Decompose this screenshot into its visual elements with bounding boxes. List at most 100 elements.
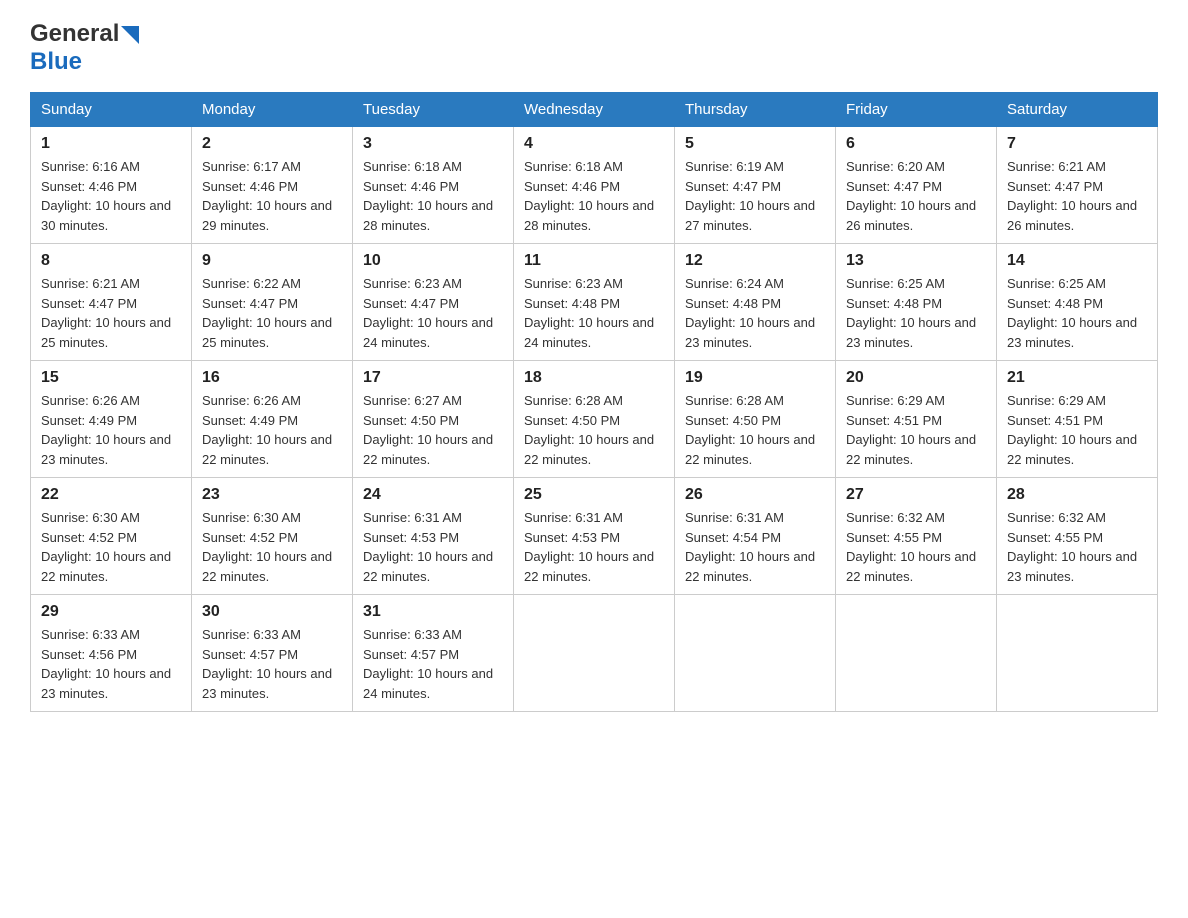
day-info: Sunrise: 6:28 AMSunset: 4:50 PMDaylight:…: [524, 393, 654, 467]
day-number: 18: [524, 369, 664, 387]
calendar-cell: 8 Sunrise: 6:21 AMSunset: 4:47 PMDayligh…: [31, 244, 192, 361]
day-number: 1: [41, 135, 181, 153]
day-info: Sunrise: 6:19 AMSunset: 4:47 PMDaylight:…: [685, 159, 815, 233]
day-info: Sunrise: 6:26 AMSunset: 4:49 PMDaylight:…: [202, 393, 332, 467]
day-number: 5: [685, 135, 825, 153]
day-number: 23: [202, 486, 342, 504]
calendar-cell: [514, 595, 675, 712]
calendar-cell: 30 Sunrise: 6:33 AMSunset: 4:57 PMDaylig…: [192, 595, 353, 712]
calendar-cell: [997, 595, 1158, 712]
calendar-cell: 21 Sunrise: 6:29 AMSunset: 4:51 PMDaylig…: [997, 361, 1158, 478]
day-info: Sunrise: 6:21 AMSunset: 4:47 PMDaylight:…: [1007, 159, 1137, 233]
day-info: Sunrise: 6:31 AMSunset: 4:53 PMDaylight:…: [363, 510, 493, 584]
calendar-cell: 25 Sunrise: 6:31 AMSunset: 4:53 PMDaylig…: [514, 478, 675, 595]
calendar-cell: 2 Sunrise: 6:17 AMSunset: 4:46 PMDayligh…: [192, 127, 353, 244]
calendar-cell: [675, 595, 836, 712]
calendar-cell: 29 Sunrise: 6:33 AMSunset: 4:56 PMDaylig…: [31, 595, 192, 712]
day-info: Sunrise: 6:21 AMSunset: 4:47 PMDaylight:…: [41, 276, 171, 350]
weekday-header-saturday: Saturday: [997, 93, 1158, 127]
calendar-week-2: 8 Sunrise: 6:21 AMSunset: 4:47 PMDayligh…: [31, 244, 1158, 361]
calendar-cell: 31 Sunrise: 6:33 AMSunset: 4:57 PMDaylig…: [353, 595, 514, 712]
calendar-cell: 6 Sunrise: 6:20 AMSunset: 4:47 PMDayligh…: [836, 127, 997, 244]
calendar-cell: [836, 595, 997, 712]
weekday-header-monday: Monday: [192, 93, 353, 127]
day-info: Sunrise: 6:27 AMSunset: 4:50 PMDaylight:…: [363, 393, 493, 467]
logo-arrow-icon: [121, 26, 139, 44]
weekday-header-thursday: Thursday: [675, 93, 836, 127]
calendar-cell: 16 Sunrise: 6:26 AMSunset: 4:49 PMDaylig…: [192, 361, 353, 478]
day-info: Sunrise: 6:28 AMSunset: 4:50 PMDaylight:…: [685, 393, 815, 467]
calendar-cell: 26 Sunrise: 6:31 AMSunset: 4:54 PMDaylig…: [675, 478, 836, 595]
day-info: Sunrise: 6:33 AMSunset: 4:57 PMDaylight:…: [363, 627, 493, 701]
day-info: Sunrise: 6:24 AMSunset: 4:48 PMDaylight:…: [685, 276, 815, 350]
day-number: 25: [524, 486, 664, 504]
day-info: Sunrise: 6:20 AMSunset: 4:47 PMDaylight:…: [846, 159, 976, 233]
day-info: Sunrise: 6:23 AMSunset: 4:47 PMDaylight:…: [363, 276, 493, 350]
day-number: 24: [363, 486, 503, 504]
day-number: 2: [202, 135, 342, 153]
day-number: 9: [202, 252, 342, 270]
calendar-table: SundayMondayTuesdayWednesdayThursdayFrid…: [30, 92, 1158, 712]
day-number: 30: [202, 603, 342, 621]
day-info: Sunrise: 6:16 AMSunset: 4:46 PMDaylight:…: [41, 159, 171, 233]
day-number: 11: [524, 252, 664, 270]
day-info: Sunrise: 6:32 AMSunset: 4:55 PMDaylight:…: [846, 510, 976, 584]
calendar-cell: 12 Sunrise: 6:24 AMSunset: 4:48 PMDaylig…: [675, 244, 836, 361]
day-number: 15: [41, 369, 181, 387]
calendar-cell: 27 Sunrise: 6:32 AMSunset: 4:55 PMDaylig…: [836, 478, 997, 595]
calendar-cell: 5 Sunrise: 6:19 AMSunset: 4:47 PMDayligh…: [675, 127, 836, 244]
calendar-cell: 28 Sunrise: 6:32 AMSunset: 4:55 PMDaylig…: [997, 478, 1158, 595]
day-info: Sunrise: 6:30 AMSunset: 4:52 PMDaylight:…: [202, 510, 332, 584]
calendar-cell: 9 Sunrise: 6:22 AMSunset: 4:47 PMDayligh…: [192, 244, 353, 361]
day-number: 3: [363, 135, 503, 153]
day-number: 21: [1007, 369, 1147, 387]
calendar-cell: 23 Sunrise: 6:30 AMSunset: 4:52 PMDaylig…: [192, 478, 353, 595]
calendar-cell: 22 Sunrise: 6:30 AMSunset: 4:52 PMDaylig…: [31, 478, 192, 595]
calendar-cell: 1 Sunrise: 6:16 AMSunset: 4:46 PMDayligh…: [31, 127, 192, 244]
calendar-week-1: 1 Sunrise: 6:16 AMSunset: 4:46 PMDayligh…: [31, 127, 1158, 244]
weekday-header-tuesday: Tuesday: [353, 93, 514, 127]
day-number: 14: [1007, 252, 1147, 270]
calendar-cell: 14 Sunrise: 6:25 AMSunset: 4:48 PMDaylig…: [997, 244, 1158, 361]
calendar-cell: 18 Sunrise: 6:28 AMSunset: 4:50 PMDaylig…: [514, 361, 675, 478]
day-number: 4: [524, 135, 664, 153]
day-info: Sunrise: 6:25 AMSunset: 4:48 PMDaylight:…: [846, 276, 976, 350]
page-header: General Blue: [30, 20, 1158, 76]
day-info: Sunrise: 6:29 AMSunset: 4:51 PMDaylight:…: [1007, 393, 1137, 467]
day-number: 22: [41, 486, 181, 504]
day-number: 13: [846, 252, 986, 270]
calendar-cell: 20 Sunrise: 6:29 AMSunset: 4:51 PMDaylig…: [836, 361, 997, 478]
calendar-week-5: 29 Sunrise: 6:33 AMSunset: 4:56 PMDaylig…: [31, 595, 1158, 712]
day-number: 17: [363, 369, 503, 387]
day-number: 29: [41, 603, 181, 621]
day-info: Sunrise: 6:18 AMSunset: 4:46 PMDaylight:…: [363, 159, 493, 233]
calendar-week-3: 15 Sunrise: 6:26 AMSunset: 4:49 PMDaylig…: [31, 361, 1158, 478]
calendar-cell: 4 Sunrise: 6:18 AMSunset: 4:46 PMDayligh…: [514, 127, 675, 244]
calendar-cell: 17 Sunrise: 6:27 AMSunset: 4:50 PMDaylig…: [353, 361, 514, 478]
calendar-cell: 13 Sunrise: 6:25 AMSunset: 4:48 PMDaylig…: [836, 244, 997, 361]
day-number: 20: [846, 369, 986, 387]
weekday-header-friday: Friday: [836, 93, 997, 127]
day-info: Sunrise: 6:32 AMSunset: 4:55 PMDaylight:…: [1007, 510, 1137, 584]
day-number: 31: [363, 603, 503, 621]
calendar-cell: 15 Sunrise: 6:26 AMSunset: 4:49 PMDaylig…: [31, 361, 192, 478]
day-info: Sunrise: 6:30 AMSunset: 4:52 PMDaylight:…: [41, 510, 171, 584]
calendar-cell: 10 Sunrise: 6:23 AMSunset: 4:47 PMDaylig…: [353, 244, 514, 361]
calendar-cell: 7 Sunrise: 6:21 AMSunset: 4:47 PMDayligh…: [997, 127, 1158, 244]
day-number: 28: [1007, 486, 1147, 504]
day-number: 16: [202, 369, 342, 387]
calendar-week-4: 22 Sunrise: 6:30 AMSunset: 4:52 PMDaylig…: [31, 478, 1158, 595]
day-info: Sunrise: 6:23 AMSunset: 4:48 PMDaylight:…: [524, 276, 654, 350]
day-info: Sunrise: 6:25 AMSunset: 4:48 PMDaylight:…: [1007, 276, 1137, 350]
logo-blue-text: Blue: [30, 48, 82, 75]
day-number: 10: [363, 252, 503, 270]
calendar-cell: 24 Sunrise: 6:31 AMSunset: 4:53 PMDaylig…: [353, 478, 514, 595]
day-info: Sunrise: 6:29 AMSunset: 4:51 PMDaylight:…: [846, 393, 976, 467]
day-info: Sunrise: 6:18 AMSunset: 4:46 PMDaylight:…: [524, 159, 654, 233]
day-number: 8: [41, 252, 181, 270]
day-info: Sunrise: 6:31 AMSunset: 4:54 PMDaylight:…: [685, 510, 815, 584]
day-number: 26: [685, 486, 825, 504]
day-info: Sunrise: 6:17 AMSunset: 4:46 PMDaylight:…: [202, 159, 332, 233]
calendar-cell: 11 Sunrise: 6:23 AMSunset: 4:48 PMDaylig…: [514, 244, 675, 361]
weekday-header-wednesday: Wednesday: [514, 93, 675, 127]
